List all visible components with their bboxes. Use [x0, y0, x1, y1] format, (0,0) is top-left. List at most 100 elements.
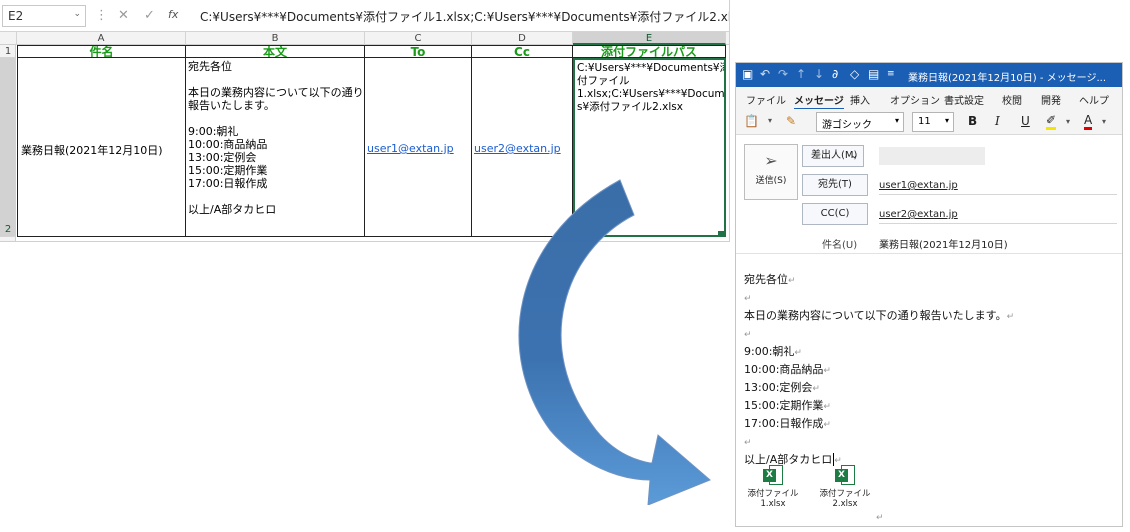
body-line: 9:00:朝礼↵: [744, 345, 802, 358]
tab-options[interactable]: オプション: [890, 92, 940, 107]
body-line: 15:00:定期作業↵: [744, 399, 831, 412]
font-name-value: 游ゴシック: [822, 120, 872, 131]
send-button-label: 送信(S): [755, 176, 787, 186]
formula-bar: E2 ⌄ ⋮ ✕ ✓ fx C:¥Users¥***¥Documents¥添付ファ…: [0, 0, 729, 32]
to-link[interactable]: user1@extan.jp: [367, 142, 454, 155]
more-icon: ⋮: [95, 8, 108, 23]
customize-toolbar-icon[interactable]: ≡: [887, 69, 895, 79]
paragraph-mark: ↵: [823, 420, 831, 430]
column-header-c[interactable]: C: [365, 32, 472, 45]
cc-button[interactable]: CC(C): [802, 203, 868, 225]
cell-body-line: [188, 112, 364, 125]
italic-button[interactable]: I: [995, 114, 1000, 128]
ribbon-tabs: ファイル メッセージ 挿入 オプション 書式設定 校閲 開発 ヘルプ: [736, 87, 1122, 110]
paragraph-mark: ↵: [823, 402, 831, 412]
print-icon[interactable]: ▤: [868, 67, 879, 81]
to-recipient[interactable]: user1@extan.jp: [879, 180, 958, 191]
column-header-a[interactable]: A: [17, 32, 186, 45]
cc-link[interactable]: user2@extan.jp: [474, 142, 561, 155]
cell-subject[interactable]: 業務日報(2021年12月10日): [17, 58, 186, 237]
paragraph-mark: ↵: [794, 348, 802, 358]
cell-to[interactable]: user1@extan.jp: [365, 58, 472, 237]
cell-attach-line: 付ファイル: [577, 75, 630, 87]
cc-divider: [879, 223, 1117, 224]
font-color-dropdown-icon[interactable]: ▾: [1102, 117, 1106, 126]
attachment-1[interactable]: X 添付ファイル1.xlsx: [740, 465, 806, 509]
outlook-message-window: ▣ ↶ ↷ ↑ ↓ ∂ ◇ ▤ ≡ 業務日報(2021年12月10日) - メッ…: [735, 62, 1123, 527]
header-subject[interactable]: 件名: [17, 45, 186, 58]
row-header-1[interactable]: 1: [0, 45, 16, 58]
cell-body-line: 10:00:商品納品: [188, 138, 268, 151]
font-color-icon[interactable]: A: [1084, 113, 1093, 130]
bold-button[interactable]: B: [968, 114, 977, 128]
paragraph-mark: ↵: [744, 330, 752, 340]
enter-icon[interactable]: ✓: [144, 8, 155, 23]
tab-insert[interactable]: 挿入: [850, 92, 870, 107]
column-header-d[interactable]: D: [472, 32, 573, 45]
cell-body-line: 13:00:定例会: [188, 151, 257, 164]
underline-button[interactable]: U: [1021, 114, 1030, 128]
tab-review[interactable]: 校閲: [1002, 92, 1022, 107]
select-all-corner[interactable]: [0, 32, 17, 45]
font-name-select[interactable]: 游ゴシック ▾: [816, 112, 904, 132]
subject-field[interactable]: 業務日報(2021年12月10日): [879, 236, 1008, 251]
cell-attach-line: 1.xlsx;C:¥Users¥***¥Document: [577, 88, 726, 100]
cell-body[interactable]: 宛先各位 本日の業務内容について以下の通り 報告いたします。 9:00:朝礼 1…: [186, 58, 365, 237]
paragraph-mark: ↵: [823, 366, 831, 376]
format-painter-icon[interactable]: ✎: [786, 114, 796, 128]
save-icon[interactable]: ▣: [742, 67, 753, 81]
attachment-1-name: 添付ファイル1.xlsx: [747, 489, 799, 509]
cancel-icon[interactable]: ✕: [118, 8, 129, 23]
column-headers: A B C D E: [0, 32, 729, 45]
paste-icon[interactable]: 📋: [744, 114, 759, 128]
compose-header: ➢ 送信(S) 差出人(M) ⌄ 宛先(T) user1@extan.jp CC(…: [736, 136, 1122, 254]
cell-attach-line: s¥添付ファイル2.xlsx: [577, 101, 683, 113]
attachment-2[interactable]: X 添付ファイル2.xlsx: [812, 465, 878, 509]
font-size-select[interactable]: 11 ▾: [912, 112, 954, 132]
excel-file-icon: X: [835, 465, 855, 485]
from-dropdown-icon: ⌄: [850, 151, 858, 161]
body-line: ↵: [744, 289, 1114, 307]
undo-icon[interactable]: ↶: [760, 67, 770, 81]
tab-help[interactable]: ヘルプ: [1079, 92, 1109, 107]
redo-icon[interactable]: ↷: [778, 67, 788, 81]
paragraph-mark: ↵: [812, 384, 820, 394]
tab-format[interactable]: 書式設定: [944, 92, 984, 107]
tag-icon[interactable]: ◇: [850, 67, 859, 81]
formula-input[interactable]: C:¥Users¥***¥Documents¥添付ファイル1.xlsx;C:¥U…: [192, 5, 729, 27]
header-to[interactable]: To: [365, 45, 472, 58]
paragraph-mark: ↵: [876, 513, 884, 523]
name-box-dropdown-icon[interactable]: ⌄: [73, 9, 81, 19]
cell-body-line: [188, 190, 364, 203]
attachment-2-name: 添付ファイル2.xlsx: [819, 489, 871, 509]
row-header-2[interactable]: 2: [0, 58, 16, 237]
paste-dropdown-icon[interactable]: ▾: [768, 116, 772, 125]
tab-message[interactable]: メッセージ: [794, 92, 844, 110]
font-size-value: 11: [918, 116, 931, 127]
send-button[interactable]: ➢ 送信(S): [744, 144, 798, 200]
highlight-dropdown-icon[interactable]: ▾: [1066, 117, 1070, 126]
cell-body-line: 17:00:日報作成: [188, 177, 268, 190]
insert-function-icon[interactable]: fx: [168, 8, 178, 21]
down-icon[interactable]: ↓: [814, 67, 824, 81]
header-body[interactable]: 本文: [186, 45, 365, 58]
cell-body-line: 報告いたします。: [188, 99, 275, 112]
body-line: 13:00:定例会↵: [744, 381, 820, 394]
header-cc[interactable]: Cc: [472, 45, 573, 58]
from-button[interactable]: 差出人(M) ⌄: [802, 145, 864, 167]
to-button[interactable]: 宛先(T): [802, 174, 868, 196]
name-box[interactable]: E2 ⌄: [2, 5, 86, 27]
cc-recipient[interactable]: user2@extan.jp: [879, 209, 958, 220]
tab-file[interactable]: ファイル: [746, 92, 786, 107]
message-body[interactable]: 宛先各位↵ ↵ 本日の業務内容について以下の通り報告いたします。↵ ↵ 9:00…: [744, 271, 1114, 469]
from-address-field[interactable]: [879, 147, 985, 165]
header-attachment-path[interactable]: 添付ファイルパス: [573, 45, 726, 58]
row-headers: 1 2: [0, 45, 16, 241]
up-icon[interactable]: ↑: [796, 67, 806, 81]
column-header-b[interactable]: B: [186, 32, 365, 45]
paragraph-mark: ↵: [744, 438, 752, 448]
attach-clip-icon[interactable]: ∂: [832, 67, 838, 81]
column-header-e[interactable]: E: [573, 32, 726, 45]
tab-developer[interactable]: 開発: [1041, 92, 1061, 107]
highlight-icon[interactable]: ✐: [1046, 113, 1057, 130]
